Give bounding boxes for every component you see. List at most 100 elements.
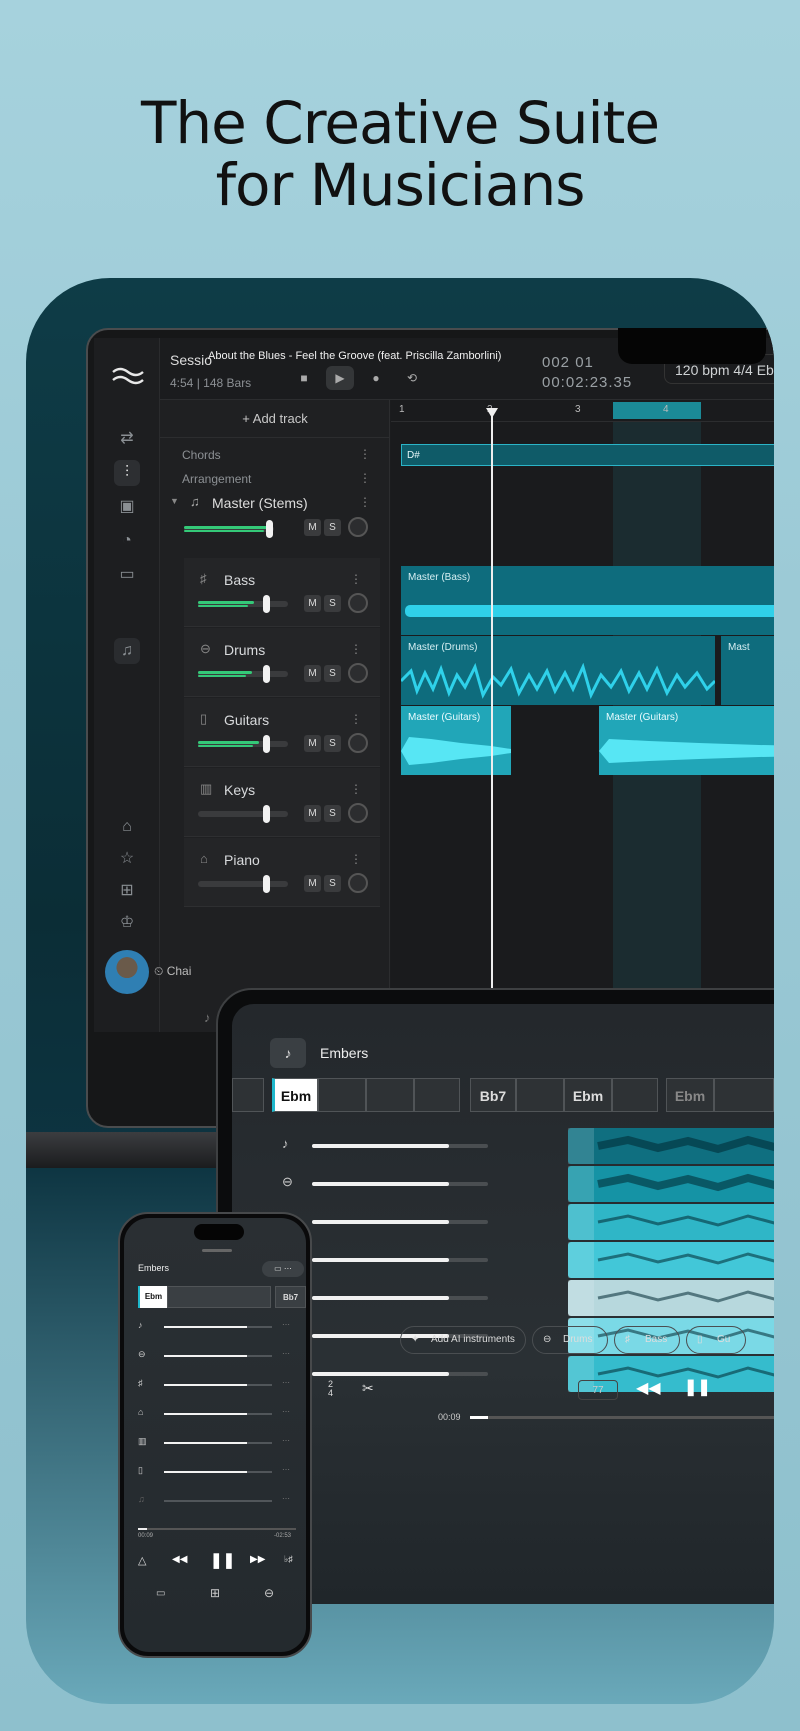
pause-button[interactable]: ❚❚: [684, 1377, 711, 1397]
clip-bass[interactable]: Master (Bass): [401, 566, 774, 635]
more-icon[interactable]: ⋯: [282, 1494, 290, 1503]
tablet-track-clip[interactable]: [568, 1204, 774, 1240]
crown-icon[interactable]: ♔: [114, 910, 140, 936]
pan-knob[interactable]: [348, 803, 368, 823]
tablet-track-clip[interactable]: [568, 1128, 774, 1164]
app-logo-icon[interactable]: [111, 364, 145, 388]
add-track-button[interactable]: + Add track: [160, 400, 390, 438]
chord-cell[interactable]: [366, 1078, 414, 1112]
phone-progress[interactable]: [138, 1528, 296, 1530]
pan-knob[interactable]: [348, 517, 368, 537]
loop-region[interactable]: [613, 402, 701, 419]
metronome-icon[interactable]: △: [138, 1554, 146, 1567]
solo-button[interactable]: S: [324, 595, 341, 612]
playhead[interactable]: [491, 410, 493, 1032]
more-icon[interactable]: ⋮: [359, 495, 371, 509]
tablet-track-clip[interactable]: [568, 1166, 774, 1202]
mute-button[interactable]: M: [304, 805, 321, 822]
chord-chip[interactable]: Ebm: [666, 1078, 714, 1112]
more-icon[interactable]: ⋮: [350, 642, 362, 656]
track-guitars[interactable]: ▯ Guitars ⋮ M S: [184, 698, 380, 767]
more-icon[interactable]: ⋮: [359, 471, 371, 485]
collapse-icon[interactable]: ▼: [170, 496, 179, 506]
tablet-track-clip[interactable]: [568, 1242, 774, 1278]
chord-chip[interactable]: Ebm: [564, 1078, 612, 1112]
star-icon[interactable]: ☆: [114, 846, 140, 872]
tablet-track-clip[interactable]: [568, 1280, 774, 1316]
shuffle-icon[interactable]: ⇄: [114, 426, 140, 452]
tempo-box[interactable]: 77: [578, 1380, 618, 1400]
clip-drums[interactable]: Master (Drums): [401, 636, 715, 705]
pan-knob[interactable]: [348, 663, 368, 683]
add-ai-instruments-button[interactable]: ✦ Add AI instruments: [400, 1326, 526, 1354]
tablet-volume-slider[interactable]: [312, 1182, 488, 1186]
playhead-marker[interactable]: [486, 408, 498, 418]
more-icon[interactable]: ⋮: [359, 447, 371, 461]
gift-icon[interactable]: ⌂: [114, 814, 140, 840]
mute-button[interactable]: M: [304, 875, 321, 892]
chord-block[interactable]: D#: [401, 444, 774, 466]
tablet-volume-slider[interactable]: [312, 1296, 488, 1300]
solo-button[interactable]: S: [324, 519, 341, 536]
track-keys[interactable]: ▥ Keys ⋮ M S: [184, 768, 380, 837]
rewind-button[interactable]: ◀◀: [636, 1378, 661, 1398]
clip-guitars[interactable]: Master (Guitars): [401, 706, 511, 775]
solo-button[interactable]: S: [324, 875, 341, 892]
mute-button[interactable]: M: [304, 595, 321, 612]
fader-knob[interactable]: [263, 665, 270, 683]
chat-icon[interactable]: ▭: [114, 562, 140, 588]
forward-button[interactable]: ▶▶: [250, 1554, 265, 1565]
phone-volume-slider[interactable]: [164, 1326, 272, 1328]
more-icon[interactable]: ⋮: [350, 572, 362, 586]
track-fader[interactable]: [198, 735, 288, 753]
library-icon[interactable]: ♫: [114, 638, 140, 664]
track-fader[interactable]: [198, 805, 288, 823]
grid-icon[interactable]: ⊞: [114, 878, 140, 904]
phone-volume-slider[interactable]: [164, 1442, 272, 1444]
phone-volume-slider[interactable]: [164, 1355, 272, 1357]
phone-volume-slider[interactable]: [164, 1471, 272, 1473]
solo-button[interactable]: S: [324, 735, 341, 752]
drums-icon[interactable]: ⊖: [264, 1586, 274, 1600]
tablet-volume-slider[interactable]: [312, 1144, 488, 1148]
avatar[interactable]: [105, 950, 149, 994]
chord-cell[interactable]: [612, 1078, 658, 1112]
pause-button[interactable]: ❚❚: [210, 1551, 235, 1569]
pan-knob[interactable]: [348, 593, 368, 613]
more-icon[interactable]: ⋮: [350, 852, 362, 866]
more-icon[interactable]: ⋯: [282, 1320, 290, 1329]
fader-knob[interactable]: [263, 735, 270, 753]
more-icon[interactable]: ⋯: [282, 1407, 290, 1416]
chord-chip[interactable]: Bb7: [275, 1286, 306, 1308]
tablet-volume-slider[interactable]: [312, 1372, 488, 1376]
phone-toolbar[interactable]: ▭ ⋯: [262, 1261, 304, 1277]
mute-button[interactable]: M: [304, 519, 321, 536]
mute-button[interactable]: M: [304, 665, 321, 682]
track-fader[interactable]: [198, 595, 288, 613]
chord-cell[interactable]: [516, 1078, 564, 1112]
more-icon[interactable]: ⋯: [282, 1465, 290, 1474]
clip-drums-2[interactable]: Mast: [721, 636, 774, 705]
clip-guitars-2[interactable]: Master (Guitars): [599, 706, 774, 775]
track-drums[interactable]: ⊖ Drums ⋮ M S: [184, 628, 380, 697]
bass-pill[interactable]: ♯ Bass: [614, 1326, 680, 1354]
session-label[interactable]: Sessio: [170, 352, 212, 368]
solo-button[interactable]: S: [324, 805, 341, 822]
chord-cell[interactable]: [414, 1078, 460, 1112]
more-icon[interactable]: ⋯: [282, 1436, 290, 1445]
voice-icon[interactable]: ◔: [114, 528, 140, 554]
more-icon[interactable]: ⋯: [282, 1378, 290, 1387]
chord-cell[interactable]: [318, 1078, 366, 1112]
mute-button[interactable]: M: [304, 735, 321, 752]
fader-knob[interactable]: [263, 595, 270, 613]
grid-icon[interactable]: ⊞: [210, 1586, 220, 1600]
scissors-icon[interactable]: ✂: [362, 1380, 374, 1397]
guitar-pill[interactable]: ▯ Gu: [686, 1326, 746, 1354]
key-icon[interactable]: ♭♯: [284, 1554, 293, 1565]
tablet-volume-slider[interactable]: [312, 1220, 488, 1224]
loop-icon[interactable]: ⟲: [398, 366, 426, 390]
phone-volume-slider[interactable]: [164, 1500, 272, 1502]
tablet-volume-slider[interactable]: [312, 1258, 488, 1262]
fader-knob[interactable]: [263, 875, 270, 893]
more-icon[interactable]: ⋮: [350, 782, 362, 796]
